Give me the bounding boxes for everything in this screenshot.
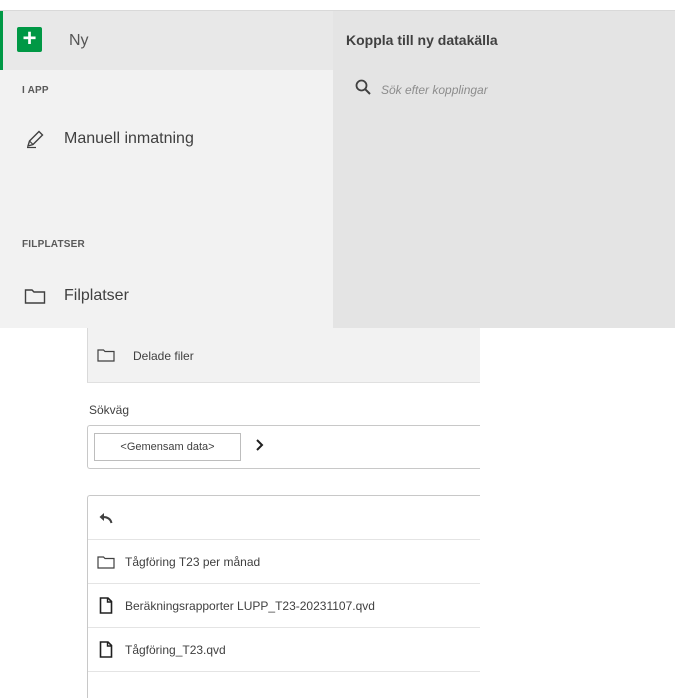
list-item-name: Tågföring_T23.qvd [125, 642, 226, 657]
list-item-name: Tågföring T23 per månad [125, 554, 261, 569]
content-pane: Koppla till ny datakälla Sök efter koppl… [333, 11, 675, 328]
folder-icon [97, 348, 115, 367]
sidebar-item-file-locations[interactable]: Filplatser [22, 283, 129, 309]
list-item-name: Beräkningsrapporter LUPP_T23-20231107.qv… [125, 598, 375, 613]
back-arrow-icon [97, 511, 115, 525]
sidebar-item-label: Filplatser [64, 287, 129, 304]
new-connection-label: Ny [69, 32, 89, 49]
section-heading-in-app: I APP [22, 85, 49, 96]
file-icon [97, 641, 115, 658]
folder-icon [22, 285, 48, 307]
search-field[interactable]: Sök efter kopplingar [355, 79, 488, 100]
data-connections-dialog: + Ny I APP Manuell inmatning FILPLATSER … [0, 0, 675, 328]
back-row[interactable] [88, 496, 480, 540]
folder-icon [97, 555, 115, 569]
pencil-icon [22, 128, 48, 150]
list-item[interactable]: Tågföring T23 per månad [88, 540, 480, 584]
path-label: Sökväg [89, 403, 130, 417]
shared-files-label: Delade filer [133, 349, 194, 363]
chevron-right-icon[interactable] [255, 438, 265, 457]
sidebar-item-label: Manuell inmatning [64, 130, 194, 147]
new-connection-button[interactable]: + Ny [0, 11, 333, 70]
file-browser: Delade filer Sökväg <Gemensam data> Tågf… [87, 328, 480, 698]
list-item[interactable]: Beräkningsrapporter LUPP_T23-20231107.qv… [88, 584, 480, 628]
file-list: Tågföring T23 per månad Beräkningsrappor… [87, 495, 480, 698]
shared-files-item[interactable]: Delade filer [87, 328, 480, 383]
path-bar: <Gemensam data> [87, 425, 480, 469]
file-icon [97, 597, 115, 614]
breadcrumb-button[interactable]: <Gemensam data> [94, 433, 241, 461]
search-icon [355, 79, 371, 100]
plus-icon: + [17, 27, 42, 52]
sidebar: + Ny I APP Manuell inmatning FILPLATSER … [0, 11, 333, 328]
page-title: Koppla till ny datakälla [346, 32, 498, 48]
list-item[interactable]: Tågföring_T23.qvd [88, 628, 480, 672]
sidebar-item-manual-entry[interactable]: Manuell inmatning [22, 126, 194, 152]
section-heading-file-locations: FILPLATSER [22, 239, 85, 250]
search-placeholder: Sök efter kopplingar [381, 82, 488, 97]
